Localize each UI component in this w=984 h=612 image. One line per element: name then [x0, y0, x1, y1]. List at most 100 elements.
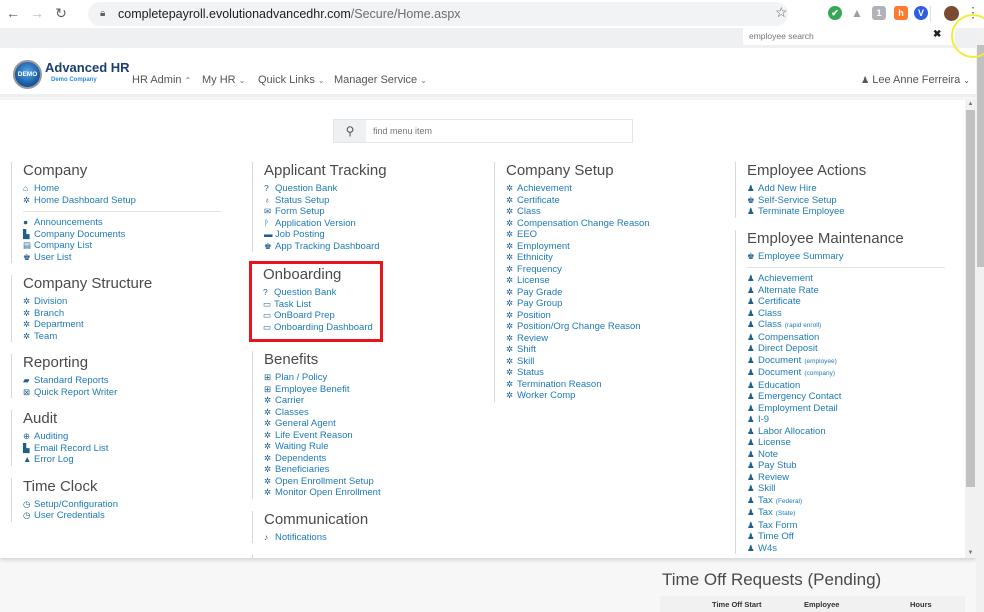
- menu-link-tax-federal[interactable]: ♟ Tax (Federal): [747, 495, 945, 508]
- menu-link-carrier[interactable]: ✲ Carrier: [264, 395, 387, 407]
- menu-link-emergency-contact[interactable]: ♟ Emergency Contact: [747, 391, 945, 403]
- menu-link-review[interactable]: ♟ Review: [747, 472, 945, 484]
- v-extension-icon[interactable]: V: [914, 6, 928, 20]
- menu-scrollbar-thumb[interactable]: [966, 110, 975, 487]
- menu-link-user-credentials[interactable]: ◷ User Credentials: [23, 510, 221, 522]
- menu-link-employee-benefit[interactable]: ⊞ Employee Benefit: [264, 384, 387, 396]
- menu-link-achievement[interactable]: ✲ Achievement: [506, 183, 650, 195]
- demo-logo[interactable]: DEMO: [13, 60, 42, 89]
- menu-link-home[interactable]: ⌂ Home: [23, 183, 221, 195]
- menu-link-document-employee[interactable]: ♟ Document (employee): [747, 355, 945, 368]
- menu-link-standard-reports[interactable]: ▰ Standard Reports: [23, 375, 221, 387]
- menu-link-license[interactable]: ♟ License: [747, 437, 945, 449]
- nav-hr-admin[interactable]: HR Admin ⌃: [132, 74, 191, 86]
- menu-link-review[interactable]: ✲ Review: [506, 333, 650, 345]
- menu-link-class[interactable]: ✲ Class: [506, 206, 650, 218]
- brand-name[interactable]: Advanced HR: [45, 60, 130, 75]
- menu-link-email-record-list[interactable]: ▙ Email Record List: [23, 443, 221, 455]
- menu-link-company-documents[interactable]: ▙ Company Documents: [23, 229, 221, 241]
- menu-link-tax-form[interactable]: ♟ Tax Form: [747, 520, 945, 532]
- menu-link-general-agent[interactable]: ✲ General Agent: [264, 418, 387, 430]
- menu-link-announcements[interactable]: ● Announcements: [23, 217, 221, 229]
- menu-link-setup-configuration[interactable]: ◷ Setup/Configuration: [23, 499, 221, 511]
- menu-link-quick-report-writer[interactable]: ⊠ Quick Report Writer: [23, 387, 221, 399]
- menu-link-note[interactable]: ♟ Note: [747, 449, 945, 461]
- menu-link-i-9[interactable]: ♟ I-9: [747, 414, 945, 426]
- menu-link-position[interactable]: ✲ Position: [506, 310, 650, 322]
- menu-link-alternate-rate[interactable]: ♟ Alternate Rate: [747, 285, 945, 297]
- menu-link-pay-stub[interactable]: ♟ Pay Stub: [747, 460, 945, 472]
- menu-link-task-list[interactable]: ▭ Task List: [263, 299, 370, 311]
- menu-link-onboarding-dashboard[interactable]: ▭ Onboarding Dashboard: [263, 322, 373, 334]
- menu-link-waiting-rule[interactable]: ✲ Waiting Rule: [264, 441, 387, 453]
- menu-link-w4s[interactable]: ♟ W4s: [747, 543, 945, 555]
- translate-extension-icon[interactable]: 1: [872, 6, 886, 20]
- scroll-up-arrow-icon[interactable]: ▲: [965, 101, 976, 107]
- menu-link-termination-reason[interactable]: ✲ Termination Reason: [506, 379, 650, 391]
- menu-link-error-log[interactable]: ▲ Error Log: [23, 454, 221, 466]
- menu-link-document-company[interactable]: ♟ Document (company): [747, 367, 945, 380]
- profile-avatar[interactable]: [944, 6, 959, 21]
- menu-link-employment[interactable]: ✲ Employment: [506, 241, 650, 253]
- menu-link-class-rapid-enroll[interactable]: ♟ Class (rapid enroll): [747, 319, 945, 332]
- menu-link-labor-allocation[interactable]: ♟ Labor Allocation: [747, 426, 945, 438]
- column-header-employee[interactable]: Employee: [804, 600, 839, 609]
- menu-link-notifications[interactable]: ♪ Notifications: [264, 532, 387, 544]
- menu-link-question-bank[interactable]: ? Question Bank: [263, 287, 370, 299]
- menu-link-team[interactable]: ✲ Team: [23, 331, 221, 343]
- menu-link-shift[interactable]: ✲ Shift: [506, 344, 650, 356]
- menu-link-monitor-open-enrollment[interactable]: ✲ Monitor Open Enrollment: [264, 487, 387, 499]
- menu-link-home-dashboard-setup[interactable]: ✲ Home Dashboard Setup: [23, 195, 221, 207]
- column-header-hours[interactable]: Hours: [910, 600, 932, 609]
- menu-link-tax-state[interactable]: ♟ Tax (State): [747, 507, 945, 520]
- menu-link-onboard-prep[interactable]: ▭ OnBoard Prep: [263, 310, 370, 322]
- menu-link-ethnicity[interactable]: ✲ Ethnicity: [506, 252, 650, 264]
- menu-link-class[interactable]: ♟ Class: [747, 308, 945, 320]
- menu-link-position-org-change-reason[interactable]: ✲ Position/Org Change Reason: [506, 321, 650, 333]
- menu-link-certificate[interactable]: ✲ Certificate: [506, 195, 650, 207]
- menu-link-employee-summary[interactable]: ♚ Employee Summary: [747, 251, 945, 263]
- page-scrollbar-thumb[interactable]: [977, 45, 984, 267]
- menu-link-employment-detail[interactable]: ♟ Employment Detail: [747, 403, 945, 415]
- menu-link-time-off[interactable]: ♟ Time Off: [747, 531, 945, 543]
- menu-link-frequency[interactable]: ✲ Frequency: [506, 264, 650, 276]
- menu-link-status-setup[interactable]: ♁ Status Setup: [264, 195, 387, 207]
- page-scrollbar[interactable]: [976, 28, 984, 612]
- back-icon[interactable]: ←: [4, 4, 22, 22]
- menu-link-question-bank[interactable]: ? Question Bank: [264, 183, 387, 195]
- menu-link-skill[interactable]: ♟ Skill: [747, 483, 945, 495]
- employee-search-input[interactable]: [743, 28, 955, 45]
- column-header-time-off-start[interactable]: Time Off Start: [712, 600, 761, 609]
- menu-link-application-version[interactable]: ᚹ Application Version: [264, 218, 387, 230]
- menu-link-division[interactable]: ✲ Division: [23, 296, 221, 308]
- menu-link-job-posting[interactable]: ▬ Job Posting: [264, 229, 387, 241]
- clear-search-icon[interactable]: ✖: [933, 29, 941, 40]
- menu-link-classes[interactable]: ✲ Classes: [264, 407, 387, 419]
- menu-link-education[interactable]: ♟ Education: [747, 380, 945, 392]
- bookmark-star-icon[interactable]: ☆: [775, 4, 788, 21]
- check-extension-icon[interactable]: ✔: [828, 6, 842, 20]
- search-icon[interactable]: ⚲: [334, 120, 366, 142]
- menu-link-skill[interactable]: ✲ Skill: [506, 356, 650, 368]
- menu-link-eeo[interactable]: ✲ EEO: [506, 229, 650, 241]
- menu-link-branch[interactable]: ✲ Branch: [23, 308, 221, 320]
- menu-link-plan-policy[interactable]: ⊞ Plan / Policy: [264, 372, 387, 384]
- menu-link-certificate[interactable]: ♟ Certificate: [747, 296, 945, 308]
- menu-link-direct-deposit[interactable]: ♟ Direct Deposit: [747, 343, 945, 355]
- menu-link-pay-grade[interactable]: ✲ Pay Grade: [506, 287, 650, 299]
- menu-link-worker-comp[interactable]: ✲ Worker Comp: [506, 390, 650, 402]
- menu-link-pay-group[interactable]: ✲ Pay Group: [506, 298, 650, 310]
- menu-link-company-list[interactable]: ▤ Company List: [23, 240, 221, 252]
- menu-link-compensation[interactable]: ♟ Compensation: [747, 332, 945, 344]
- menu-link-status[interactable]: ✲ Status: [506, 367, 650, 379]
- menu-link-add-new-hire[interactable]: ♟ Add New Hire: [747, 183, 945, 195]
- menu-scrollbar[interactable]: ▲ ▼: [965, 100, 976, 558]
- user-menu[interactable]: ♟ Lee Anne Ferreira ⌄: [861, 74, 970, 86]
- menu-link-self-service-setup[interactable]: ♚ Self-Service Setup: [747, 195, 945, 207]
- menu-link-terminate-employee[interactable]: ♟ Terminate Employee: [747, 206, 945, 218]
- menu-link-license[interactable]: ✲ License: [506, 275, 650, 287]
- forward-icon[interactable]: →: [28, 4, 46, 22]
- menu-link-compensation-change-reason[interactable]: ✲ Compensation Change Reason: [506, 218, 650, 230]
- menu-link-user-list[interactable]: ♚ User List: [23, 252, 221, 264]
- hubspot-extension-icon[interactable]: h: [894, 6, 908, 20]
